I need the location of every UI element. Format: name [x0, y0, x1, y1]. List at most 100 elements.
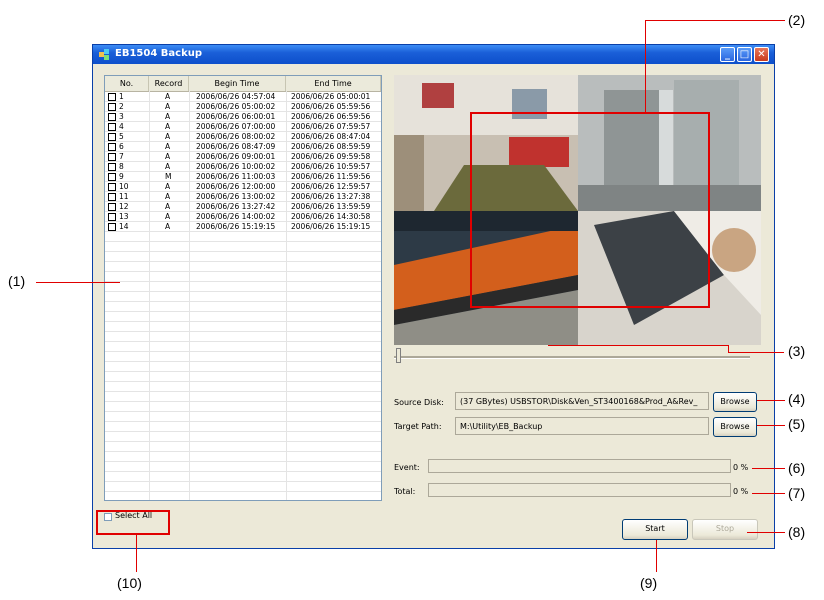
- row-checkbox[interactable]: [108, 123, 116, 131]
- row-begin-time: 2006/06/26 05:00:02: [196, 102, 276, 111]
- row-checkbox[interactable]: [108, 113, 116, 121]
- row-end-time: 2006/06/26 12:59:57: [291, 182, 371, 191]
- row-record-type: A: [165, 152, 171, 161]
- col-header-end-time[interactable]: End Time: [286, 76, 381, 91]
- playback-slider[interactable]: [394, 356, 750, 359]
- target-path-field[interactable]: M:\Utility\EB_Backup: [455, 417, 709, 435]
- total-label: Total:: [394, 487, 416, 496]
- col-header-begin-time[interactable]: Begin Time: [189, 76, 286, 91]
- row-number: 1: [119, 92, 124, 101]
- table-row[interactable]: 14 A 2006/06/26 15:19:15 2006/06/26 15:19:1…: [105, 222, 381, 232]
- row-record-type: A: [165, 222, 171, 231]
- row-number: 10: [119, 182, 129, 191]
- minimize-button[interactable]: _: [720, 47, 735, 62]
- row-end-time: 2006/06/26 10:59:57: [291, 162, 371, 171]
- callout-7: (7): [788, 485, 806, 501]
- callout-6-line: [752, 468, 785, 469]
- list-header: No. Record Begin Time End Time: [105, 76, 381, 92]
- callout-2-box: [470, 112, 710, 308]
- row-record-type: A: [165, 142, 171, 151]
- row-grid-line: [105, 391, 381, 392]
- app-icon: [99, 49, 109, 60]
- recordings-list[interactable]: No. Record Begin Time End Time 1 A 2006/06…: [104, 75, 382, 501]
- table-row[interactable]: 12 A 2006/06/26 13:27:42 2006/06/26 13:59:5…: [105, 202, 381, 212]
- close-icon: ✕: [757, 49, 766, 60]
- row-checkbox[interactable]: [108, 103, 116, 111]
- row-end-time: 2006/06/26 14:30:58: [291, 212, 371, 221]
- row-checkbox[interactable]: [108, 203, 116, 211]
- source-disk-field[interactable]: (37 GBytes) USBSTOR\Disk&Ven_ST3400168&P…: [455, 392, 709, 410]
- table-row[interactable]: 6 A 2006/06/26 08:47:09 2006/06/26 08:59:59: [105, 142, 381, 152]
- row-end-time: 2006/06/26 13:27:38: [291, 192, 371, 201]
- close-button[interactable]: ✕: [754, 47, 769, 62]
- callout-5: (5): [788, 416, 806, 432]
- callout-2-line-v: [645, 20, 646, 112]
- maximize-button[interactable]: □: [737, 47, 752, 62]
- row-checkbox[interactable]: [108, 213, 116, 221]
- row-record-type: A: [165, 122, 171, 131]
- col-header-record[interactable]: Record: [149, 76, 189, 91]
- row-grid-line: [105, 431, 381, 432]
- row-number: 3: [119, 112, 124, 121]
- col-header-no[interactable]: No.: [105, 76, 149, 91]
- row-number: 7: [119, 152, 124, 161]
- row-end-time: 2006/06/26 13:59:59: [291, 202, 371, 211]
- row-number: 6: [119, 142, 124, 151]
- stop-button[interactable]: Stop: [692, 519, 758, 540]
- row-checkbox[interactable]: [108, 93, 116, 101]
- row-number: 11: [119, 192, 129, 201]
- row-checkbox[interactable]: [108, 183, 116, 191]
- row-checkbox[interactable]: [108, 173, 116, 181]
- table-row[interactable]: 10 A 2006/06/26 12:00:00 2006/06/26 12:59:5…: [105, 182, 381, 192]
- table-row[interactable]: 3 A 2006/06/26 06:00:01 2006/06/26 06:59:56: [105, 112, 381, 122]
- row-begin-time: 2006/06/26 11:00:03: [196, 172, 276, 181]
- row-begin-time: 2006/06/26 08:47:09: [196, 142, 276, 151]
- row-record-type: A: [165, 192, 171, 201]
- row-checkbox[interactable]: [108, 163, 116, 171]
- row-checkbox[interactable]: [108, 153, 116, 161]
- row-grid-line: [105, 261, 381, 262]
- row-grid-line: [105, 291, 381, 292]
- table-row[interactable]: 2 A 2006/06/26 05:00:02 2006/06/26 05:59:56: [105, 102, 381, 112]
- row-grid-line: [105, 361, 381, 362]
- table-row[interactable]: 9 M 2006/06/26 11:00:03 2006/06/26 11:59:56: [105, 172, 381, 182]
- callout-10: (10): [117, 575, 142, 591]
- row-grid-line: [105, 281, 381, 282]
- source-browse-button[interactable]: Browse: [713, 392, 757, 412]
- table-row[interactable]: 8 A 2006/06/26 10:00:02 2006/06/26 10:59:57: [105, 162, 381, 172]
- row-checkbox[interactable]: [108, 223, 116, 231]
- row-begin-time: 2006/06/26 08:00:02: [196, 132, 276, 141]
- row-checkbox[interactable]: [108, 133, 116, 141]
- row-number: 5: [119, 132, 124, 141]
- row-record-type: A: [165, 92, 171, 101]
- table-row[interactable]: 4 A 2006/06/26 07:00:00 2006/06/26 07:59:57: [105, 122, 381, 132]
- playback-slider-thumb[interactable]: [396, 348, 401, 363]
- callout-4: (4): [788, 391, 806, 407]
- table-row[interactable]: 5 A 2006/06/26 08:00:02 2006/06/26 08:47:04: [105, 132, 381, 142]
- callout-8-line: [747, 532, 785, 533]
- table-row[interactable]: 13 A 2006/06/26 14:00:02 2006/06/26 14:30:5…: [105, 212, 381, 222]
- title-bar[interactable]: EB1504 Backup _ □ ✕: [93, 45, 774, 64]
- callout-8: (8): [788, 524, 806, 540]
- row-end-time: 2006/06/26 15:19:15: [291, 222, 371, 231]
- callout-9-line: [656, 540, 657, 572]
- target-browse-button[interactable]: Browse: [713, 417, 757, 437]
- table-row[interactable]: 11 A 2006/06/26 13:00:02 2006/06/26 13:27:3…: [105, 192, 381, 202]
- row-number: 13: [119, 212, 129, 221]
- maximize-icon: □: [739, 49, 750, 60]
- row-checkbox[interactable]: [108, 193, 116, 201]
- row-number: 4: [119, 122, 124, 131]
- row-number: 2: [119, 102, 124, 111]
- callout-10-line: [136, 535, 137, 572]
- callout-6: (6): [788, 460, 806, 476]
- callout-1: (1): [8, 273, 26, 289]
- table-row[interactable]: 7 A 2006/06/26 09:00:01 2006/06/26 09:59:58: [105, 152, 381, 162]
- window-title: EB1504 Backup: [115, 48, 202, 59]
- callout-3: (3): [788, 343, 806, 359]
- row-begin-time: 2006/06/26 12:00:00: [196, 182, 276, 191]
- start-button[interactable]: Start: [622, 519, 688, 540]
- row-end-time: 2006/06/26 05:00:01: [291, 92, 371, 101]
- row-checkbox[interactable]: [108, 143, 116, 151]
- target-path-label: Target Path:: [394, 422, 442, 431]
- table-row[interactable]: 1 A 2006/06/26 04:57:04 2006/06/26 05:00:01: [105, 92, 381, 102]
